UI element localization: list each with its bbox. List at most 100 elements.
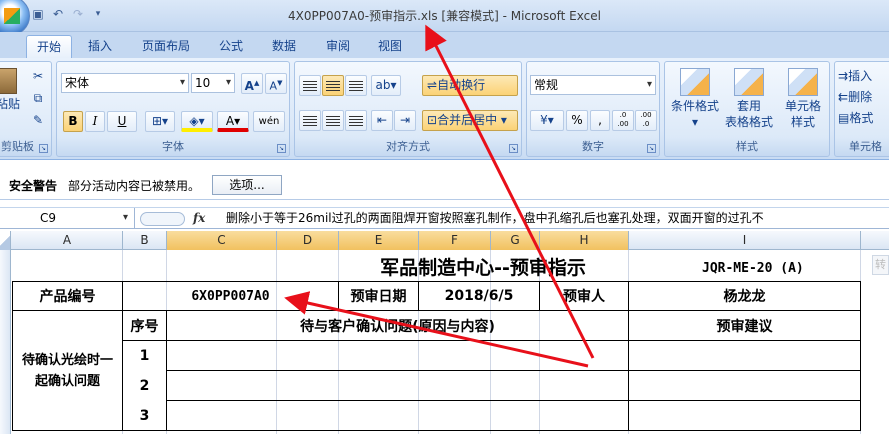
tab-review[interactable]: 审阅 <box>316 35 360 58</box>
name-box[interactable]: C9 <box>0 208 135 229</box>
worksheet-grid[interactable]: 军品制造中心--预审指示 JQR-ME-20 (A) 产品编号 6X0PP007… <box>12 250 889 434</box>
alignment-launcher-icon[interactable]: ↘ <box>509 144 518 153</box>
font-launcher-icon[interactable]: ↘ <box>277 144 286 153</box>
clipboard-launcher-icon[interactable]: ↘ <box>39 144 48 153</box>
currency-icon: ¥ <box>540 113 548 127</box>
select-all-corner[interactable] <box>0 231 11 250</box>
comma-button[interactable]: , <box>590 110 610 131</box>
side-label: 待确认光绘时一起确认问题 <box>21 352 113 389</box>
conditional-format-button[interactable]: 条件格式 ▾ <box>667 68 723 130</box>
align-left-icon <box>303 116 317 126</box>
orientation-button[interactable]: ab▾ <box>371 75 401 96</box>
number-launcher-icon[interactable]: ↘ <box>647 144 656 153</box>
seq-row-1: 1 <box>139 347 150 364</box>
seq-row-3: 3 <box>139 407 150 424</box>
format-cells-button[interactable]: ▤格式 <box>837 108 889 129</box>
tab-home[interactable]: 开始 <box>26 35 73 58</box>
increase-indent-icon: ⇥ <box>399 113 411 127</box>
italic-button[interactable]: I <box>85 111 105 132</box>
cut-icon[interactable]: ✂ <box>29 66 47 87</box>
borders-icon: ⊞ <box>151 114 163 128</box>
decrease-indent-button[interactable]: ⇤ <box>371 110 393 131</box>
wrap-text-icon: ⇌ <box>427 78 438 92</box>
cells-group-label: 单元格 <box>849 140 882 153</box>
align-middle-button[interactable] <box>322 75 344 96</box>
advice-header: 预审建议 <box>716 318 773 335</box>
tab-insert[interactable]: 插入 <box>78 35 122 58</box>
reviewer-value[interactable]: 杨龙龙 <box>629 282 860 310</box>
column-header-i[interactable]: I <box>629 231 861 250</box>
row-headers <box>0 250 11 434</box>
copy-icon[interactable]: ⧉ <box>29 88 47 109</box>
merge-center-icon: ⊡ <box>427 113 438 127</box>
font-group-label: 字体 <box>162 140 184 153</box>
wrap-text-button[interactable]: ⇌自动换行 <box>422 75 518 96</box>
merge-center-button[interactable]: ⊡合并后居中 ▾ <box>422 110 518 131</box>
column-header-h[interactable]: H <box>540 231 629 250</box>
tab-page-layout[interactable]: 页面布局 <box>132 35 200 58</box>
format-icon: ▤ <box>838 111 850 125</box>
floating-tool-button[interactable]: 转 <box>872 255 889 275</box>
tab-formulas[interactable]: 公式 <box>209 35 253 58</box>
phonetic-button[interactable]: wén <box>253 111 285 132</box>
security-warning-title: 安全警告 <box>9 179 58 193</box>
seq-row-2: 2 <box>139 377 150 394</box>
align-bottom-icon <box>349 81 363 91</box>
orientation-icon: ab <box>375 78 391 92</box>
increase-indent-button[interactable]: ⇥ <box>394 110 416 131</box>
insert-cells-button[interactable]: ⇉插入 <box>837 66 889 87</box>
format-painter-icon[interactable]: ✎ <box>29 110 47 131</box>
ribbon-tabs: 开始 插入 页面布局 公式 数据 审阅 视图 <box>0 32 889 58</box>
document-code: JQR-ME-20 (A) <box>702 260 804 276</box>
alignment-group-label: 对齐方式 <box>386 140 430 153</box>
column-header-e[interactable]: E <box>339 231 419 250</box>
column-header-b[interactable]: B <box>123 231 167 250</box>
review-date-value[interactable]: 2018/6/5 <box>419 282 539 310</box>
tab-data[interactable]: 数据 <box>262 35 306 58</box>
title-bar: ▣ ↶ ↷ ▾ 4X0PP007A0-预审指示.xls [兼容模式] - Mic… <box>0 0 889 36</box>
shrink-font-button[interactable]: A▼ <box>265 73 287 94</box>
product-no-value[interactable]: 6X0PP007A0 <box>123 282 338 310</box>
accounting-format-button[interactable]: ¥▾ <box>530 110 564 131</box>
security-options-button[interactable]: 选项... <box>212 175 282 195</box>
number-group-label: 数字 <box>582 140 604 153</box>
decrease-decimal-button[interactable]: .00 .0 <box>635 110 657 131</box>
ribbon: 粘贴 ✂ ⧉ ✎ 剪贴板 ↘ 宋体 10 A▲ A▼ B I U ⊞▾ ◈▾ A… <box>0 58 889 160</box>
security-warning-message: 部分活动内容已被禁用。 <box>68 179 201 193</box>
paste-icon <box>0 68 17 94</box>
delete-cells-button[interactable]: ⇇删除 <box>837 87 889 108</box>
cell-styles-button[interactable]: 单元格 样式 <box>775 68 831 130</box>
security-warning-bar: 安全警告 部分活动内容已被禁用。 选项... <box>0 170 889 200</box>
formula-bar-splitter[interactable] <box>140 212 185 226</box>
align-left-button[interactable] <box>299 110 321 131</box>
borders-button[interactable]: ⊞▾ <box>145 111 175 132</box>
alignment-group: ab▾ ⇌自动换行 ⇤ ⇥ ⊡合并后居中 ▾ 对齐方式 ↘ <box>294 61 522 157</box>
align-bottom-button[interactable] <box>345 75 367 96</box>
fill-color-button[interactable]: ◈▾ <box>181 111 213 132</box>
font-color-button[interactable]: A▾ <box>217 111 249 132</box>
window-title: 4X0PP007A0-预审指示.xls [兼容模式] - Microsoft E… <box>288 9 601 23</box>
font-size-select[interactable]: 10 <box>191 73 235 93</box>
format-as-table-button[interactable]: 套用 表格格式 <box>721 68 777 130</box>
underline-button[interactable]: U <box>107 111 137 132</box>
column-header-a[interactable]: A <box>12 231 123 250</box>
bold-button[interactable]: B <box>63 111 83 132</box>
align-top-button[interactable] <box>299 75 321 96</box>
tab-view[interactable]: 视图 <box>368 35 412 58</box>
column-header-d[interactable]: D <box>277 231 339 250</box>
paste-button[interactable]: 粘贴 <box>0 68 21 112</box>
percent-button[interactable]: % <box>566 110 588 131</box>
column-header-g[interactable]: G <box>491 231 540 250</box>
increase-decimal-button[interactable]: .0 .00 <box>612 110 634 131</box>
align-center-button[interactable] <box>322 110 344 131</box>
column-header-c[interactable]: C <box>167 231 277 250</box>
formula-input[interactable]: 删除小于等于26mil过孔的两面阻焊开窗按照塞孔制作，盘中孔缩孔后也塞孔处理，双… <box>226 208 889 229</box>
font-name-select[interactable]: 宋体 <box>61 73 189 93</box>
number-format-select[interactable]: 常规 <box>530 75 656 95</box>
styles-group-label: 样式 <box>736 140 758 153</box>
grow-font-button[interactable]: A▲ <box>241 73 263 94</box>
decrease-indent-icon: ⇤ <box>376 113 388 127</box>
align-right-button[interactable] <box>345 110 367 131</box>
column-header-f[interactable]: F <box>419 231 491 250</box>
insert-function-icon[interactable]: fx <box>193 208 215 229</box>
